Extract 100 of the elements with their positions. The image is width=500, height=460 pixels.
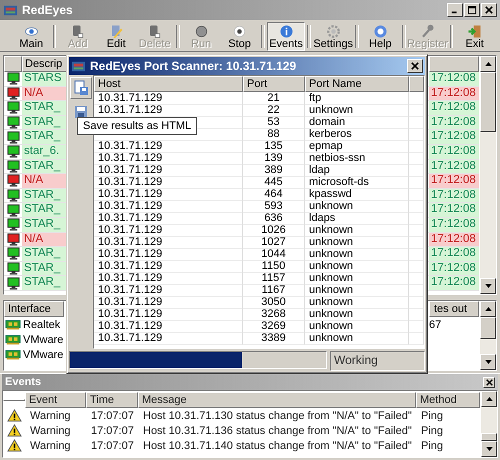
table-cell: 1150 (243, 260, 305, 273)
table-cell: 10.31.71.129 (94, 272, 243, 285)
scroll-thumb[interactable] (480, 72, 496, 132)
column-header[interactable] (4, 56, 22, 72)
table-cell: 135 (243, 140, 305, 153)
column-header[interactable]: Host (94, 76, 243, 92)
scroll-down-button[interactable] (481, 441, 497, 457)
table-cell: 17:12:08 (429, 116, 479, 130)
table-cell: 17:12:08 (429, 232, 479, 246)
table-cell-text: 17:07:07 (90, 410, 135, 422)
table-cell-text: Warning (29, 424, 72, 436)
maximize-icon (468, 6, 476, 14)
close-icon (485, 6, 493, 14)
maximize-button[interactable] (464, 3, 480, 17)
table-cell: 1167 (243, 284, 305, 297)
close-button[interactable] (483, 376, 495, 388)
table-cell: 464 (243, 188, 305, 201)
toolbar-button[interactable]: Main (12, 22, 50, 51)
table-cell: 17:12:08 (429, 144, 479, 159)
table-cell: 1157 (243, 272, 305, 285)
scroll-down-button[interactable] (480, 354, 496, 370)
table-cell: 3269 (243, 320, 305, 333)
column-header[interactable]: tes out (429, 301, 479, 317)
close-button[interactable] (407, 59, 423, 73)
table-cell: 17:12:08 (429, 101, 479, 115)
table-cell: microsoft-ds (305, 176, 409, 189)
network-card-icon (5, 318, 21, 330)
table-cell: star_6. (22, 144, 67, 159)
table-cell: STAR_ (22, 203, 67, 217)
table-cell: 88 (243, 128, 305, 141)
column-header[interactable]: Time (86, 392, 138, 408)
table-cell: 10.31.71.129 (94, 296, 243, 309)
scroll-up-button[interactable] (481, 391, 497, 407)
table-cell: 10.31.71.129 (94, 152, 243, 165)
table-cell: ldaps (305, 212, 409, 225)
column-header[interactable]: Message (138, 392, 416, 408)
table-cell: STAR_ (22, 247, 67, 261)
table-cell: 17:12:08 (429, 203, 479, 217)
table-cell: unknown (305, 332, 409, 345)
table-cell: kerberos (305, 128, 409, 141)
down-arrow-icon (484, 360, 492, 364)
column-header[interactable] (429, 56, 479, 72)
scroll-thumb[interactable] (481, 433, 497, 441)
table-cell: N/A (22, 174, 67, 188)
down-arrow-icon (486, 447, 492, 451)
toolbar-button[interactable]: Help (361, 22, 400, 51)
table-cell: 636 (243, 212, 305, 225)
toolbar-button[interactable]: Settings (313, 22, 354, 51)
table-cell: STAR_ (22, 276, 67, 290)
table-cell: 10.31.71.129 (94, 164, 243, 177)
table-cell: STAR_ (22, 101, 67, 115)
scrollbar[interactable] (480, 56, 496, 294)
warning-icon (7, 439, 22, 452)
table-cell: 10.31.71.129 (94, 212, 243, 225)
table-cell-text: Warning (29, 410, 72, 422)
table-cell: 1044 (243, 248, 305, 261)
table-cell: 3268 (243, 308, 305, 321)
table-cell-text: Host 10.31.71.140 status change from "N/A" to "Failed" (142, 440, 413, 452)
network-card-icon (5, 348, 21, 360)
info-icon (278, 24, 295, 39)
toolbar-button[interactable]: Edit (96, 22, 136, 51)
scroll-down-button[interactable] (480, 278, 496, 294)
column-header[interactable]: Method (416, 392, 480, 408)
column-header[interactable] (409, 76, 424, 92)
toolbar-button[interactable]: Exit (455, 22, 494, 51)
table-cell-text: 67 (428, 318, 442, 330)
table-cell: 17:12:08 (429, 188, 479, 202)
table-cell: 139 (243, 152, 305, 165)
column-header[interactable]: Descrip (22, 56, 67, 72)
column-header[interactable]: Event (25, 392, 86, 408)
save-html-button[interactable] (70, 77, 92, 99)
scrollbar[interactable] (480, 301, 496, 370)
column-header[interactable]: Interface (4, 301, 64, 317)
table-cell: domain (305, 116, 409, 129)
toolbar-button[interactable]: Events (266, 22, 306, 51)
table-cell: 10.31.71.129 (94, 260, 243, 273)
close-icon (486, 378, 492, 386)
table-cell: unknown (305, 236, 409, 249)
close-button[interactable] (481, 3, 497, 17)
column-header[interactable]: Port (243, 76, 305, 92)
table-cell: N/A (22, 232, 67, 246)
table-cell: 17:12:08 (429, 262, 479, 276)
column-header[interactable]: Port Name (305, 76, 409, 92)
table-cell: STAR_ (22, 188, 67, 202)
table-cell-text: Host 10.31.71.130 status change from "N/A" to "Failed" (142, 410, 413, 422)
table-cell: unknown (305, 272, 409, 285)
table-cell: 10.31.71.129 (94, 224, 243, 237)
scrollbar[interactable] (481, 391, 497, 457)
scroll-up-button[interactable] (480, 301, 496, 317)
scroll-up-button[interactable] (480, 56, 496, 72)
table-cell: Realtek (23, 318, 60, 330)
table-cell: 53 (243, 116, 305, 129)
scroll-thumb[interactable] (480, 317, 496, 339)
table-cell: 1026 (243, 224, 305, 237)
table-cell: 10.31.71.129 (94, 200, 243, 213)
minimize-button[interactable] (447, 3, 463, 17)
toolbar-button[interactable]: Stop (220, 22, 259, 51)
table-cell-text: Warning (29, 440, 72, 452)
table-cell: unknown (305, 320, 409, 333)
table-cell: epmap (305, 140, 409, 153)
